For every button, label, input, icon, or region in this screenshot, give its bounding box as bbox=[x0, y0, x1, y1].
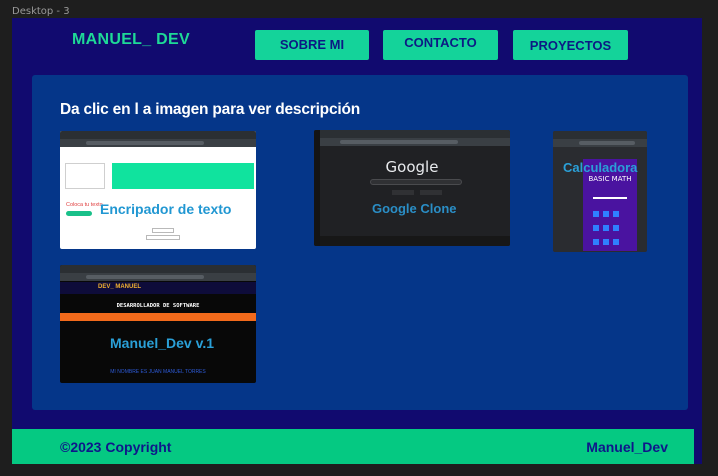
brand-logo[interactable]: MANUEL_ DEV bbox=[72, 31, 190, 49]
thumb-footer bbox=[320, 236, 510, 246]
browser-urlbar bbox=[60, 139, 256, 147]
calculator-heading: BASIC MATH bbox=[588, 175, 632, 183]
sidebar-strip bbox=[314, 130, 320, 246]
decorative-bar bbox=[146, 235, 180, 240]
output-box bbox=[112, 163, 254, 189]
browser-tabs bbox=[553, 131, 647, 139]
project-caption: Manuel_Dev v.1 bbox=[110, 335, 215, 351]
projects-panel: Da clic en l a imagen para ver descripci… bbox=[32, 75, 688, 410]
calc-key bbox=[593, 239, 599, 245]
site-footer: ©2023 Copyright Manuel_Dev bbox=[12, 429, 694, 464]
thumb-detail-text: Coloca tu texto bbox=[66, 202, 103, 208]
orange-banner bbox=[60, 313, 256, 321]
copyright-text: ©2023 Copyright bbox=[60, 439, 172, 455]
thumb-navbar bbox=[60, 282, 256, 294]
browser-urlbar bbox=[60, 273, 256, 281]
thumb-footer-text: MI NOMBRE ES JUAN MANUEL TORRES bbox=[110, 369, 206, 375]
calc-key bbox=[603, 225, 609, 231]
calc-key bbox=[593, 225, 599, 231]
browser-urlbar bbox=[314, 138, 510, 146]
project-thumbnail-encriptador[interactable]: Coloca tu texto Encripador de texto bbox=[60, 131, 256, 249]
browser-tabs bbox=[60, 131, 256, 139]
browser-tabs bbox=[60, 265, 256, 273]
footer-brand: Manuel_Dev bbox=[586, 439, 668, 455]
calc-key bbox=[613, 211, 619, 217]
lucky-button bbox=[420, 190, 442, 195]
project-thumbnail-manuel-dev[interactable]: DEV_ MANUEL DESARROLLADOR DE SOFTWARE Ma… bbox=[60, 265, 256, 383]
project-thumbnail-calculadora[interactable]: BASIC MATH Calculadora bbox=[553, 131, 647, 252]
calc-key bbox=[603, 239, 609, 245]
google-logo: Google bbox=[385, 158, 439, 176]
decorative-bar bbox=[152, 228, 174, 233]
calc-key bbox=[613, 225, 619, 231]
calc-key bbox=[613, 239, 619, 245]
page-frame: MANUEL_ DEV SOBRE MI CONTACTO PROYECTOS … bbox=[12, 18, 702, 464]
project-caption: Calculadora bbox=[563, 160, 638, 175]
nav-proyectos-button[interactable]: PROYECTOS bbox=[513, 30, 628, 60]
search-bar bbox=[370, 179, 462, 185]
project-caption: Google Clone bbox=[372, 201, 457, 216]
canvas-label: Desktop - 3 bbox=[12, 6, 70, 17]
browser-urlbar bbox=[553, 139, 647, 147]
thumb-subtitle: DESARROLLADOR DE SOFTWARE bbox=[116, 303, 200, 309]
search-button bbox=[392, 190, 414, 195]
calc-key bbox=[593, 211, 599, 217]
thumb-logo: DEV_ MANUEL bbox=[98, 284, 142, 290]
divider bbox=[593, 197, 627, 199]
nav-contacto-button[interactable]: CONTACTO bbox=[383, 30, 498, 60]
input-box bbox=[65, 163, 105, 189]
decorative-pill bbox=[66, 211, 92, 216]
browser-tabs bbox=[314, 130, 510, 138]
nav-sobre-mi-button[interactable]: SOBRE MI bbox=[255, 30, 369, 60]
calc-key bbox=[603, 211, 609, 217]
projects-title: Da clic en l a imagen para ver descripci… bbox=[60, 101, 361, 118]
project-thumbnail-google-clone[interactable]: Google Google Clone bbox=[314, 130, 510, 246]
project-caption: Encripador de texto bbox=[100, 201, 232, 217]
